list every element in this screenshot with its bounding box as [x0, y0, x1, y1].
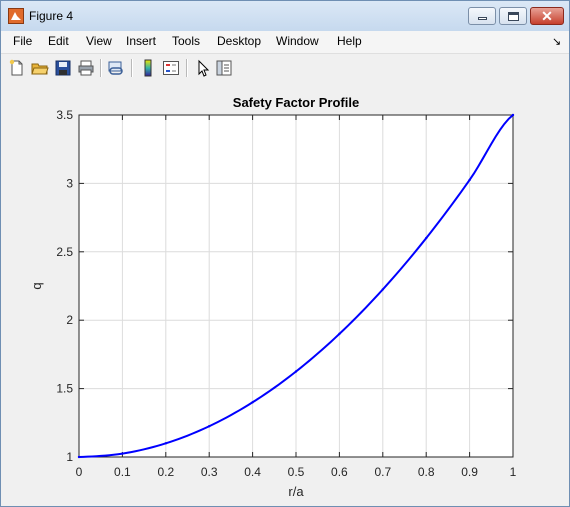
- menu-view[interactable]: View: [86, 34, 112, 48]
- x-axis-label: r/a: [288, 484, 304, 499]
- y-tick-label: 3: [66, 176, 73, 190]
- y-axis-label: q: [29, 282, 44, 289]
- toolbar-separator: [100, 59, 102, 77]
- q-data-point: [121, 452, 124, 455]
- toolbar-separator: [186, 59, 188, 77]
- x-tick-label: 0.5: [288, 465, 305, 479]
- x-tick-label: 0.3: [201, 465, 218, 479]
- y-tick-label: 2: [66, 313, 73, 327]
- window-title: Figure 4: [29, 9, 74, 23]
- q-data-point: [251, 401, 254, 404]
- menu-edit[interactable]: Edit: [48, 34, 69, 48]
- insert-colorbar-icon[interactable]: [139, 59, 157, 77]
- new-figure-icon[interactable]: [8, 59, 26, 77]
- q-data-point: [468, 178, 471, 182]
- menu-desktop[interactable]: Desktop: [217, 34, 261, 48]
- q-data-point: [208, 425, 211, 428]
- link-plot-icon[interactable]: [107, 59, 125, 77]
- maximize-button[interactable]: [499, 7, 527, 25]
- x-tick-label: 0.6: [331, 465, 348, 479]
- minimize-icon: [478, 17, 487, 20]
- x-tick-label: 0.1: [114, 465, 131, 479]
- title-bar[interactable]: Figure 4 ✕: [1, 1, 569, 32]
- x-tick-label: 0: [76, 465, 83, 479]
- q-data-point: [338, 332, 341, 336]
- q-data-point: [381, 288, 384, 291]
- y-tick-label: 1: [66, 450, 73, 464]
- close-button[interactable]: ✕: [530, 7, 564, 25]
- x-tick-label: 0.4: [244, 465, 261, 479]
- x-tick-label: 0.8: [418, 465, 435, 479]
- x-tick-label: 1: [510, 465, 517, 479]
- menu-help[interactable]: Help: [337, 34, 362, 48]
- q-data-point: [425, 236, 428, 240]
- minimize-button[interactable]: [468, 7, 496, 25]
- open-file-icon[interactable]: [31, 59, 49, 77]
- save-icon[interactable]: [54, 59, 72, 77]
- menu-insert[interactable]: Insert: [126, 34, 156, 48]
- figure-window: Figure 4 ✕ File Edit View Insert Tools D…: [0, 0, 570, 507]
- y-tick-label: 3.5: [56, 108, 73, 122]
- q-data-point: [164, 442, 167, 445]
- toolbar: [1, 53, 569, 83]
- x-tick-label: 0.7: [374, 465, 391, 479]
- safety-factor-plot[interactable]: 0 0.1 0.2 0.3 0.4 0.5 0.6 0.7 0.8 0.9 1 1 1.5 2 2.5 3 3.…: [1, 82, 569, 506]
- matlab-figure-icon: [8, 8, 24, 24]
- maximize-icon: [508, 12, 519, 21]
- x-tick-label: 0.2: [157, 465, 174, 479]
- insert-legend-icon[interactable]: [162, 59, 180, 77]
- menu-tools[interactable]: Tools: [172, 34, 200, 48]
- x-tick-label: 0.9: [461, 465, 478, 479]
- figure-canvas: 0 0.1 0.2 0.3 0.4 0.5 0.6 0.7 0.8 0.9 1 1 1.5 2 2.5 3 3.…: [1, 82, 569, 506]
- close-icon: ✕: [541, 8, 553, 24]
- menu-window[interactable]: Window: [276, 34, 319, 48]
- menu-overflow-icon[interactable]: ↘: [552, 35, 561, 48]
- q-data-point: [511, 113, 515, 117]
- q-data-point: [294, 370, 298, 373]
- menu-file[interactable]: File: [13, 34, 32, 48]
- y-tick-label: 1.5: [56, 382, 73, 396]
- q-data-point: [77, 455, 81, 459]
- edit-plot-icon[interactable]: [194, 59, 212, 77]
- y-tick-label: 2.5: [56, 245, 73, 259]
- toolbar-separator: [131, 59, 133, 77]
- menu-bar: File Edit View Insert Tools Desktop Wind…: [1, 31, 569, 53]
- print-icon[interactable]: [77, 59, 95, 77]
- chart-title: Safety Factor Profile: [233, 95, 359, 110]
- property-inspector-icon[interactable]: [215, 59, 233, 77]
